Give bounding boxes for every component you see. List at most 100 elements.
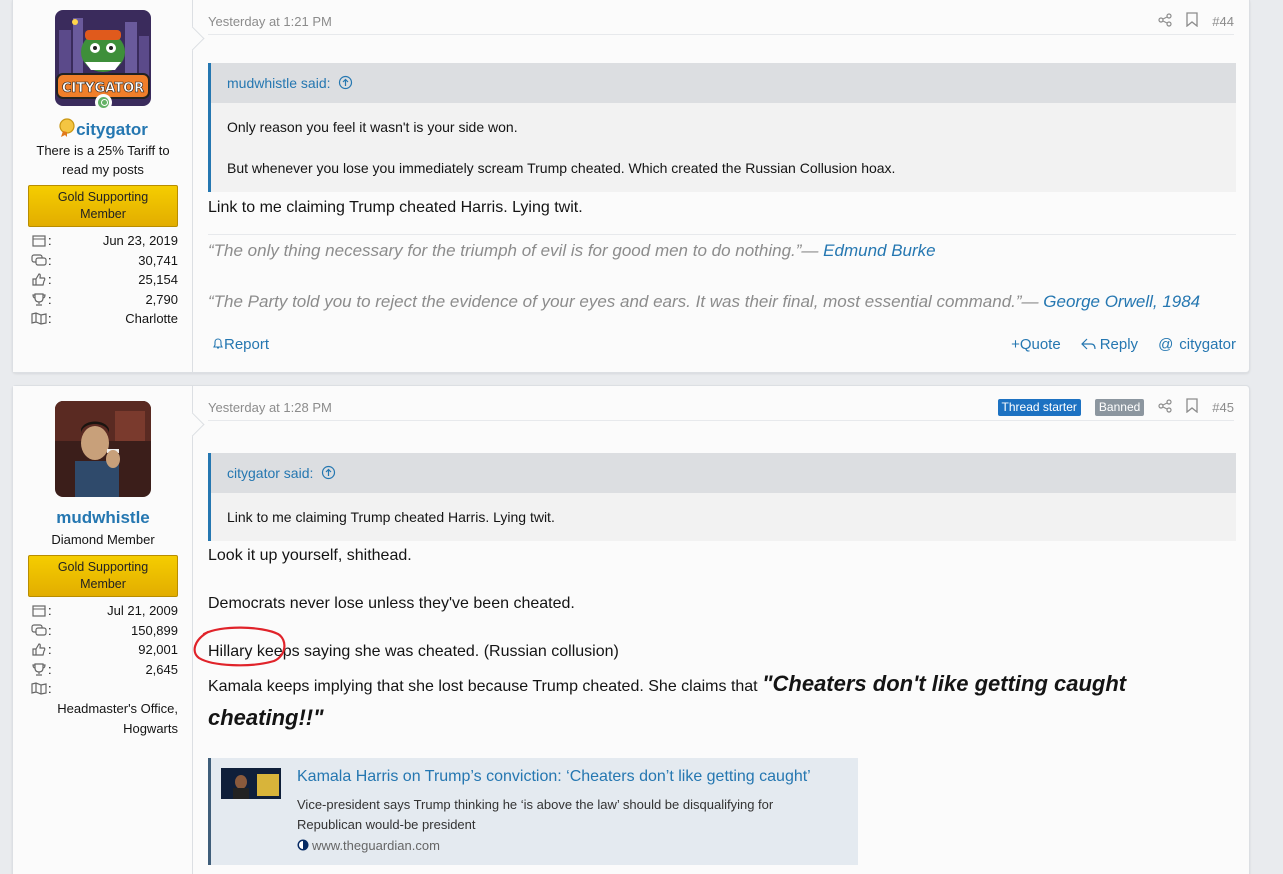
gold-supporting-banner: Gold Supporting Member — [28, 555, 178, 597]
stat-value: 30,741 — [138, 252, 178, 268]
stat-joined: : Jul 21, 2009 — [30, 601, 178, 621]
signature-divider — [208, 234, 1236, 235]
reply-button[interactable]: Reply — [1080, 336, 1138, 353]
post-actions-right: +Quote Reply @ citygator — [1011, 336, 1236, 353]
quote-author[interactable]: citygator said: — [227, 465, 313, 481]
calendar-icon — [30, 604, 48, 618]
stat-location-icon-row: : — [30, 679, 178, 699]
thumbs-up-icon — [30, 643, 48, 657]
quote-body: Link to me claiming Trump cheated Harris… — [211, 493, 1236, 541]
stat-reactions: : 25,154 — [30, 270, 178, 290]
award-icon — [59, 118, 75, 137]
avatar[interactable] — [55, 401, 151, 497]
user-stats: : Jul 21, 2009 : 150,899 : 92,001 : 2,64… — [30, 601, 178, 739]
link-preview-card[interactable]: Kamala Harris on Trump’s conviction: ‘Ch… — [208, 758, 858, 865]
post-message-line: Look it up yourself, shithead. — [208, 547, 412, 564]
mention-button[interactable]: @ citygator — [1158, 336, 1236, 353]
stat-colon: : — [48, 642, 52, 658]
stat-colon: : — [48, 252, 52, 268]
stat-value: 2,790 — [145, 291, 178, 307]
report-label[interactable]: Report — [224, 336, 269, 353]
messages-icon — [30, 253, 48, 267]
user-sidebar: CITYGATOR citygator There is a 25% Tarif… — [13, 0, 193, 372]
banned-badge: Banned — [1094, 398, 1145, 416]
signature-link[interactable]: George Orwell, 1984 — [1043, 292, 1200, 311]
quote-header[interactable]: mudwhistle said: — [211, 63, 1236, 103]
preview-title[interactable]: Kamala Harris on Trump’s conviction: ‘Ch… — [297, 768, 811, 786]
thread-starter-badge: Thread starter — [997, 398, 1081, 416]
map-icon — [30, 312, 48, 326]
calendar-icon — [30, 234, 48, 248]
avatar[interactable]: CITYGATOR — [55, 10, 151, 106]
stat-colon: : — [48, 681, 52, 697]
stat-value: 150,899 — [131, 622, 178, 638]
post-message: Link to me claiming Trump cheated Harris… — [208, 199, 583, 216]
quote-line: But whenever you lose you immediately sc… — [227, 160, 896, 176]
stat-colon: : — [48, 311, 52, 327]
messages-icon — [30, 623, 48, 637]
post-date[interactable]: Yesterday at 1:28 PM — [208, 400, 332, 415]
preview-thumbnail[interactable] — [221, 768, 281, 799]
signature-quote: “The Party told you to reject the eviden… — [208, 292, 1044, 311]
share-icon[interactable] — [1158, 12, 1172, 30]
guardian-favicon-icon — [297, 839, 309, 851]
quote-line: Only reason you feel it wasn't is your s… — [227, 119, 518, 135]
post-message-line: Democrats never lose unless they've been… — [208, 595, 575, 612]
quote-label[interactable]: Quote — [1020, 336, 1061, 353]
quote-header[interactable]: citygator said: — [211, 453, 1236, 493]
username-text[interactable]: citygator — [76, 120, 148, 139]
mention-label[interactable]: citygator — [1179, 336, 1236, 353]
post-message-line: Hillary keeps saying she was cheated. (R… — [208, 643, 619, 660]
stat-colon: : — [48, 272, 52, 288]
user-title-line: There is a 25% Tariff to — [36, 143, 170, 158]
banner-line: Gold Supporting — [57, 560, 149, 574]
stat-joined: : Jun 23, 2019 — [30, 231, 178, 251]
stat-value: Jul 21, 2009 — [107, 603, 178, 619]
stat-value: Charlotte — [125, 311, 178, 327]
thumbs-up-icon — [30, 273, 48, 287]
signature-link[interactable]: Edmund Burke — [823, 241, 935, 260]
arrow-up-circle-icon[interactable] — [334, 75, 353, 91]
stat-location: : Charlotte — [30, 309, 178, 329]
quote-button[interactable]: +Quote — [1011, 336, 1061, 353]
post-header-tools: Thread starter Banned #45 — [997, 398, 1234, 416]
post-number-link[interactable]: #45 — [1212, 400, 1234, 415]
post-45: mudwhistle Diamond Member Gold Supportin… — [12, 385, 1250, 874]
preview-domain-text[interactable]: www.theguardian.com — [312, 838, 440, 853]
reply-label[interactable]: Reply — [1100, 336, 1138, 353]
username[interactable]: mudwhistle — [13, 508, 193, 528]
share-icon[interactable] — [1158, 398, 1172, 416]
trophy-icon — [30, 292, 48, 306]
stat-points: : 2,645 — [30, 660, 178, 680]
signature-line: “The only thing necessary for the triump… — [208, 241, 936, 261]
post-header: Yesterday at 1:28 PM Thread starter Bann… — [208, 396, 1234, 421]
online-status-icon — [95, 94, 112, 111]
trophy-icon — [30, 662, 48, 676]
stat-messages: : 30,741 — [30, 251, 178, 271]
user-title-line: read my posts — [62, 162, 144, 177]
stat-colon: : — [48, 622, 52, 638]
bookmark-icon[interactable] — [1186, 398, 1198, 416]
post-number-link[interactable]: #44 — [1212, 14, 1234, 29]
emphasized-quote: cheating!!" — [208, 705, 324, 730]
bookmark-icon[interactable] — [1186, 12, 1198, 30]
arrow-up-circle-icon[interactable] — [317, 465, 336, 481]
post-date[interactable]: Yesterday at 1:21 PM — [208, 14, 332, 29]
username[interactable]: citygator — [13, 118, 193, 140]
stat-reactions: : 92,001 — [30, 640, 178, 660]
banner-line: Member — [80, 207, 126, 221]
preview-domain[interactable]: www.theguardian.com — [297, 838, 440, 853]
emphasized-quote: "Cheaters don't like getting caught — [762, 671, 1127, 696]
user-sidebar: mudwhistle Diamond Member Gold Supportin… — [13, 386, 193, 874]
stat-colon: : — [48, 661, 52, 677]
plus-icon: + — [1011, 336, 1020, 353]
post-44: CITYGATOR citygator There is a 25% Tarif… — [12, 0, 1250, 373]
quote-line: Link to me claiming Trump cheated Harris… — [227, 509, 555, 525]
gold-supporting-banner: Gold Supporting Member — [28, 185, 178, 227]
report-button[interactable]: Report — [212, 336, 269, 353]
stat-points: : 2,790 — [30, 290, 178, 310]
stat-colon: : — [48, 291, 52, 307]
quote-author[interactable]: mudwhistle said: — [227, 75, 331, 91]
user-stats: : Jun 23, 2019 : 30,741 : 25,154 : 2,790… — [30, 231, 178, 329]
map-icon — [30, 682, 48, 696]
